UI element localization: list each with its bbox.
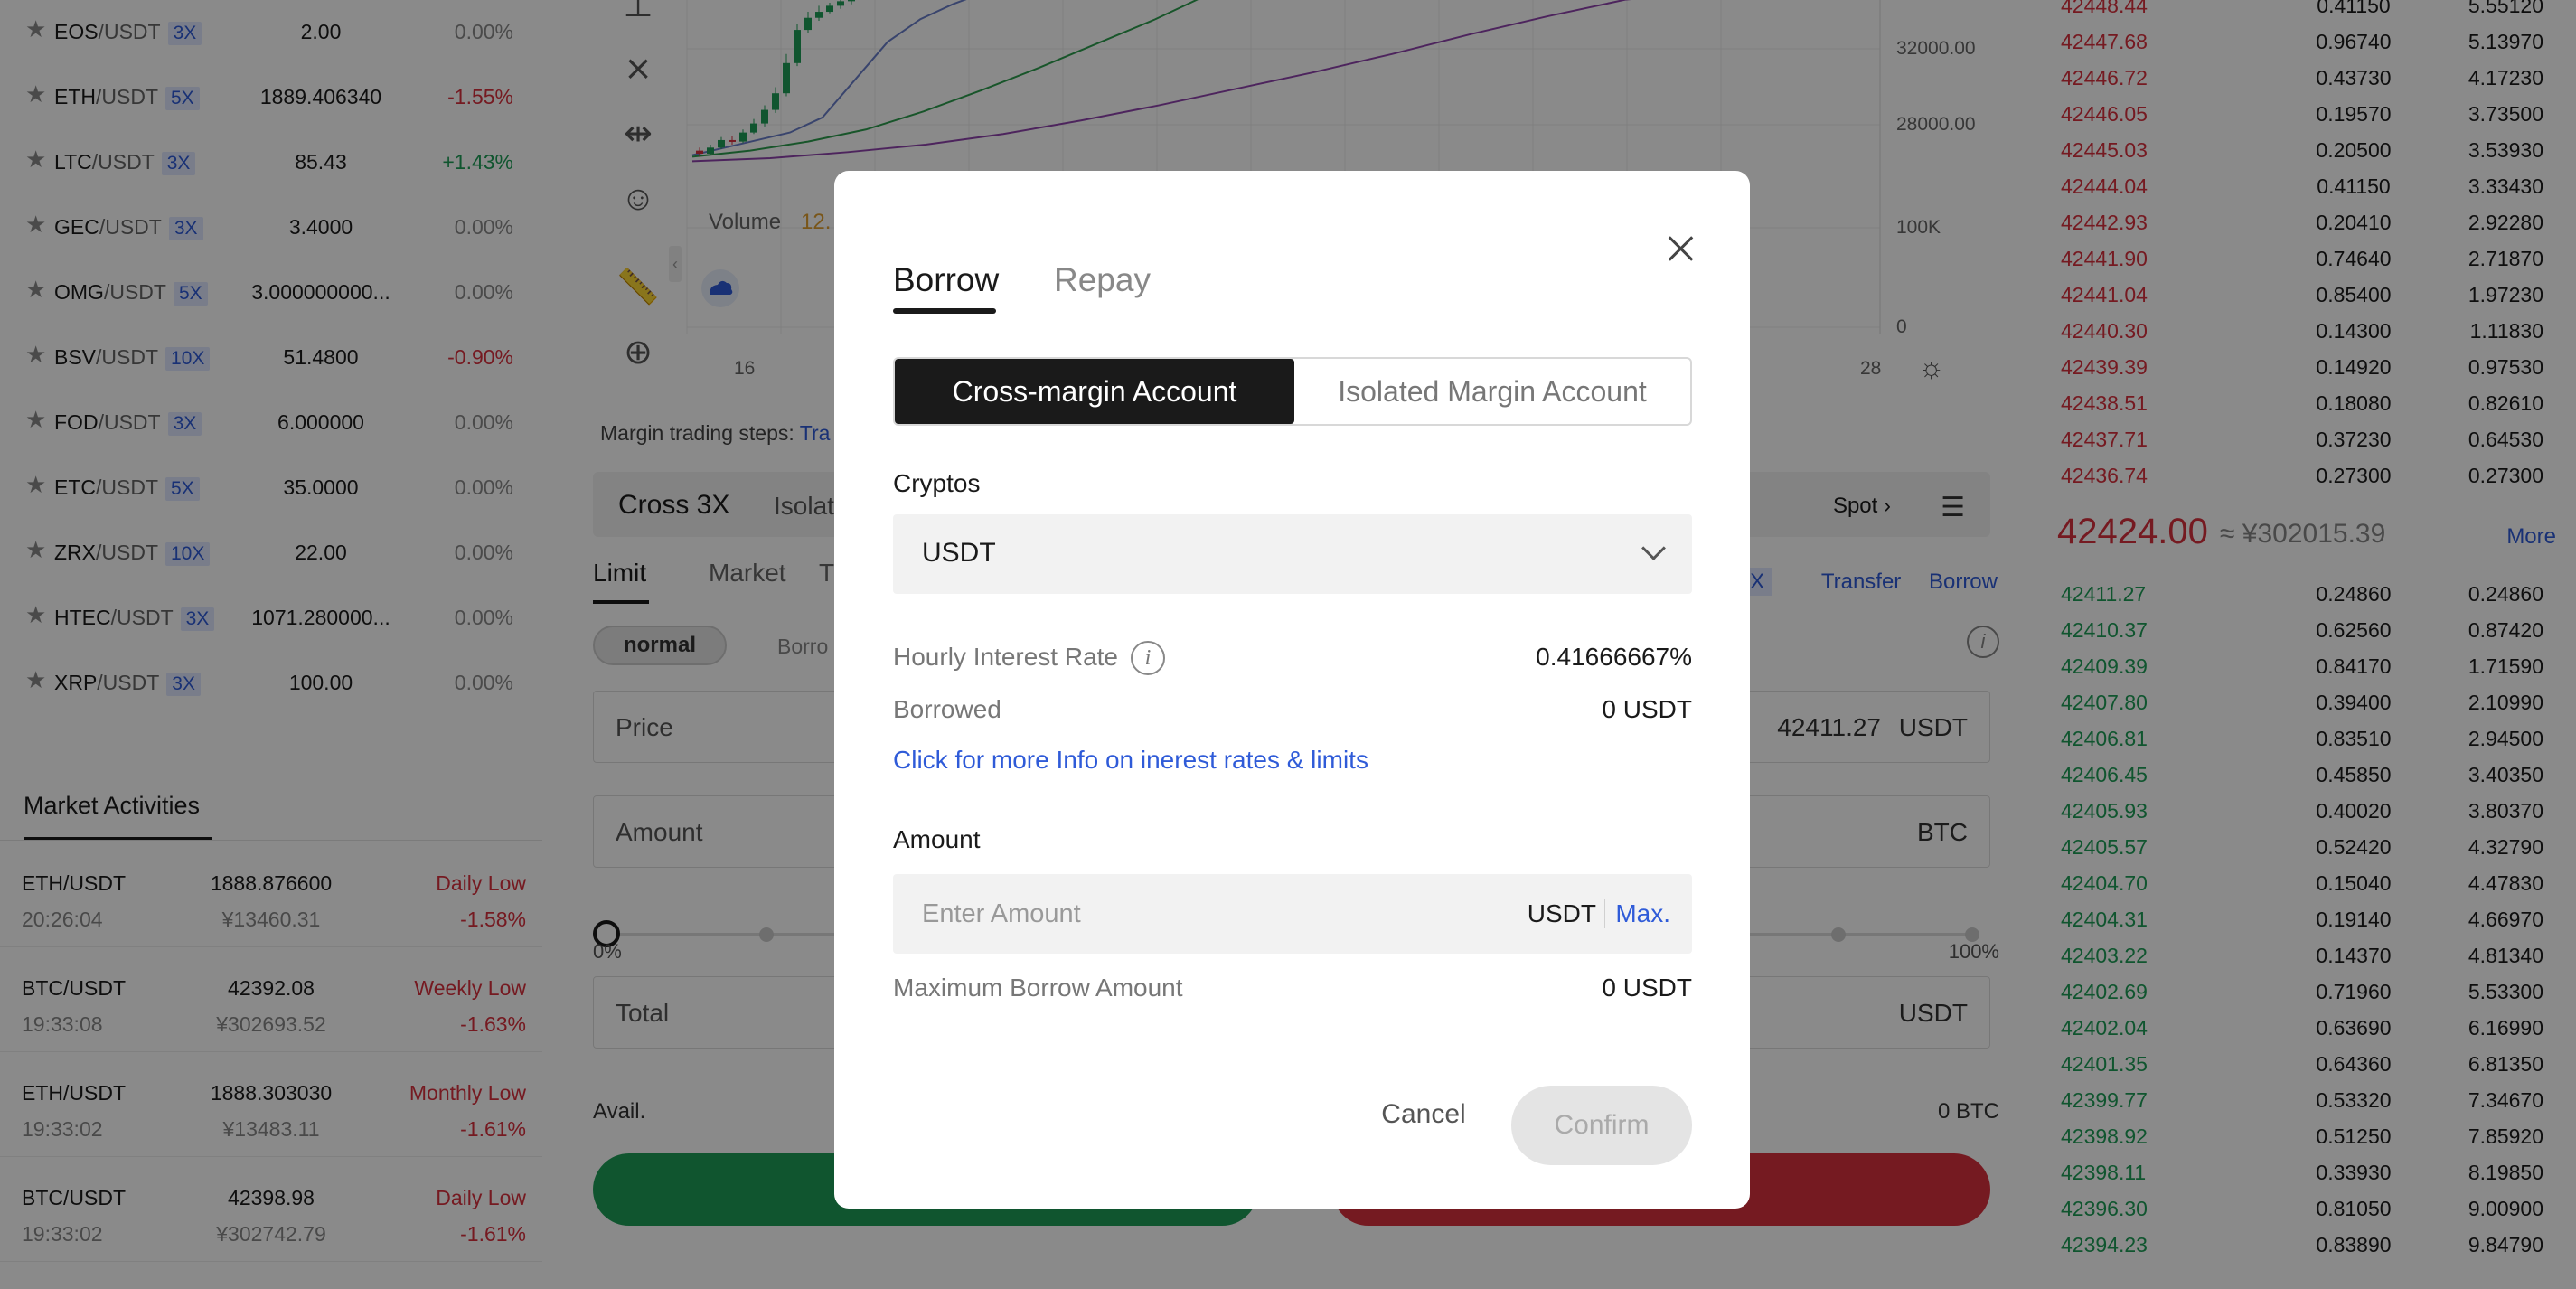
close-icon[interactable] (1662, 231, 1698, 267)
info-icon[interactable]: i (1131, 641, 1165, 675)
isolated-margin-account-button[interactable]: Isolated Margin Account (1294, 359, 1690, 424)
cancel-button[interactable]: Cancel (1366, 1086, 1481, 1143)
tab-borrow[interactable]: Borrow (893, 261, 999, 299)
tab-active-underline (893, 308, 996, 314)
borrowed-value: 0 USDT (1602, 695, 1692, 723)
max-borrow-label: Maximum Borrow Amount (893, 974, 1183, 1002)
amount-box: USDT Max. (893, 874, 1692, 954)
hourly-rate-value: 0.41666667% (1536, 643, 1692, 671)
amount-input[interactable] (922, 896, 1464, 932)
amount-label: Amount (893, 825, 981, 853)
interest-info-link[interactable]: Click for more Info on inerest rates & l… (893, 746, 1368, 775)
selected-crypto: USDT (922, 538, 996, 568)
account-type-toggle: Cross-margin Account Isolated Margin Acc… (893, 357, 1692, 426)
tab-repay[interactable]: Repay (1054, 261, 1151, 299)
confirm-button[interactable]: Confirm (1511, 1086, 1692, 1165)
cross-margin-account-button[interactable]: Cross-margin Account (895, 359, 1294, 424)
borrowed-label: Borrowed (893, 695, 1001, 723)
borrow-repay-modal: Borrow Repay Cross-margin Account Isolat… (834, 171, 1750, 1209)
chevron-down-icon (1643, 541, 1663, 561)
max-button[interactable]: Max. (1615, 899, 1670, 928)
max-borrow-value: 0 USDT (1602, 974, 1692, 1002)
divider (1604, 899, 1605, 928)
crypto-select[interactable]: USDT (893, 514, 1692, 594)
cryptos-label: Cryptos (893, 469, 981, 497)
amount-unit: USDT (1527, 899, 1596, 927)
hourly-rate-label: Hourly Interest Rate (893, 643, 1118, 671)
